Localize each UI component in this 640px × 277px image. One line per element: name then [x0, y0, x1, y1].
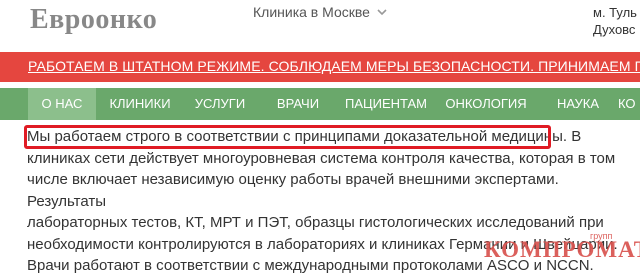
text-line-2: клиниках сети действует многоуровневая с…	[27, 149, 616, 167]
text-line-4: лабораторных тестов, КТ, МРТ и ПЭТ, обра…	[27, 214, 604, 231]
nav-item-patients[interactable]: ПАЦИЕНТАМ	[340, 88, 432, 120]
nav-item-oncology[interactable]: ОНКОЛОГИЯ	[440, 88, 532, 120]
main-nav: О НАС КЛИНИКИ УСЛУГИ ВРАЧИ ПАЦИЕНТАМ ОНК…	[0, 88, 640, 120]
evidence-medicine-link[interactable]: принципами доказательной медицины	[295, 128, 563, 145]
nav-item-doctors[interactable]: ВРАЧИ	[268, 88, 328, 120]
text-line-1: Мы работаем строго в соответствии с прин…	[27, 126, 627, 148]
nav-item-about[interactable]: О НАС	[28, 88, 96, 120]
nav-item-services[interactable]: УСЛУГИ	[186, 88, 254, 120]
nav-item-more[interactable]: КО	[618, 88, 640, 120]
watermark-logo: КОМПРОМАТ	[484, 237, 640, 262]
metro-info: м. Туль Духовс	[593, 4, 637, 38]
metro-line-1: м. Туль	[593, 5, 637, 20]
chevron-down-icon	[377, 9, 387, 16]
text-segment: Мы работаем строго в соответствии с	[27, 128, 295, 145]
nav-item-science[interactable]: НАУКА	[548, 88, 608, 120]
text-segment: . В	[562, 128, 582, 145]
site-logo[interactable]: Евроонко	[30, 4, 157, 36]
nav-item-clinics[interactable]: КЛИНИКИ	[100, 88, 180, 120]
site-header: Евроонко Клиника в Москве м. Туль Духовс	[0, 0, 640, 50]
announcement-text[interactable]: РАБОТАЕМ В ШТАТНОМ РЕЖИМЕ. СОБЛЮДАЕМ МЕР…	[28, 58, 640, 74]
city-selector[interactable]: Клиника в Москве	[253, 4, 388, 20]
text-line-3: числе включает независимую оценку работы…	[27, 171, 559, 210]
city-label: Клиника в Москве	[253, 4, 370, 20]
announcement-banner[interactable]: РАБОТАЕМ В ШТАТНОМ РЕЖИМЕ. СОБЛЮДАЕМ МЕР…	[0, 52, 640, 82]
metro-line-2: Духовс	[593, 22, 636, 37]
